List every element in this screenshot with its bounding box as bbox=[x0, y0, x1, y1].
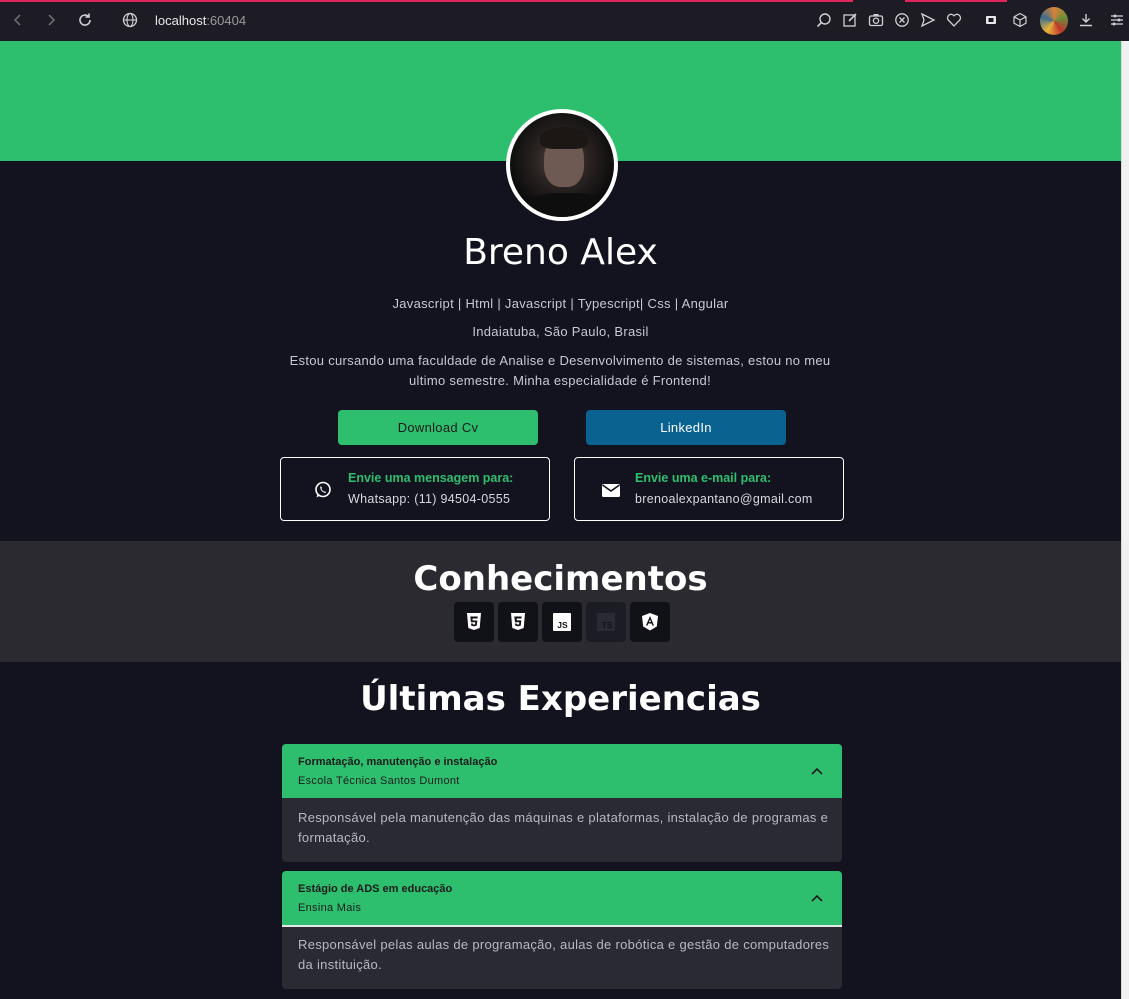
profile-name: Breno Alex bbox=[463, 232, 658, 273]
linkedin-button[interactable]: LinkedIn bbox=[586, 410, 786, 445]
chevron-up-icon[interactable] bbox=[810, 764, 824, 778]
page-content: Breno Alex Javascript | Html | Javascrip… bbox=[0, 41, 1129, 999]
experience-description: Responsável pelas aulas de programação, … bbox=[298, 937, 830, 972]
experience-description: Responsável pela manutenção das máquinas… bbox=[298, 810, 829, 845]
download-cv-button[interactable]: Download Cv bbox=[338, 410, 538, 445]
experience-place: Ensina Mais bbox=[298, 902, 362, 914]
whatsapp-contact-title: Envie uma mensagem para: bbox=[348, 471, 514, 485]
experience-panel[interactable]: Estágio de ADS em educação Ensina Mais R… bbox=[282, 871, 842, 989]
email-contact-title: Envie uma e-mail para: bbox=[635, 471, 772, 485]
close-circle-icon[interactable] bbox=[893, 11, 911, 29]
menu-icon[interactable] bbox=[1108, 11, 1126, 29]
svg-text:TS: TS bbox=[602, 620, 613, 630]
globe-icon bbox=[120, 10, 140, 30]
experience-panel-header[interactable]: Formatação, manutenção e instalação Esco… bbox=[282, 744, 842, 798]
profile-photo bbox=[506, 109, 618, 221]
forward-icon[interactable] bbox=[41, 10, 61, 30]
heart-icon[interactable] bbox=[945, 11, 963, 29]
javascript-icon: JS bbox=[542, 602, 582, 642]
back-icon[interactable] bbox=[8, 10, 28, 30]
loading-bar-segment bbox=[905, 0, 1007, 2]
address-bar[interactable]: localhost:60404 bbox=[155, 13, 246, 28]
html5-icon bbox=[454, 602, 494, 642]
experience-panel-header[interactable]: Estágio de ADS em educação Ensina Mais bbox=[282, 871, 842, 927]
cube-icon[interactable] bbox=[1011, 11, 1029, 29]
zoom-icon[interactable] bbox=[815, 11, 833, 29]
send-icon[interactable] bbox=[919, 11, 937, 29]
experiences-title: Últimas Experiencias bbox=[360, 679, 761, 719]
envelope-icon bbox=[601, 480, 621, 500]
download-icon[interactable] bbox=[1077, 11, 1095, 29]
css3-icon bbox=[498, 602, 538, 642]
page-scrollbar[interactable] bbox=[1121, 41, 1129, 999]
profile-location: Indaiatuba, São Paulo, Brasil bbox=[472, 324, 649, 339]
whatsapp-contact-card[interactable]: Envie uma mensagem para: Whatsapp: (11) … bbox=[280, 457, 550, 521]
whatsapp-icon bbox=[313, 480, 333, 500]
svg-text:JS: JS bbox=[557, 620, 568, 630]
profile-about: Estou cursando uma faculdade de Analise … bbox=[289, 353, 831, 388]
knowledge-title: Conhecimentos bbox=[413, 559, 708, 599]
experience-panel[interactable]: Formatação, manutenção e instalação Esco… bbox=[282, 744, 842, 862]
camera-icon[interactable] bbox=[867, 11, 885, 29]
angular-icon bbox=[630, 602, 670, 642]
email-contact-card[interactable]: Envie uma e-mail para: brenoalexpantano@… bbox=[574, 457, 844, 521]
experience-role: Estágio de ADS em educação bbox=[298, 883, 453, 895]
profile-skills: Javascript | Html | Javascript | Typescr… bbox=[392, 296, 729, 311]
edit-icon[interactable] bbox=[841, 11, 859, 29]
url-port: :60404 bbox=[206, 13, 247, 28]
experience-role: Formatação, manutenção e instalação bbox=[298, 756, 498, 768]
reload-icon[interactable] bbox=[75, 10, 95, 30]
typescript-icon: TS bbox=[586, 602, 626, 642]
extension-icon[interactable] bbox=[982, 11, 1000, 29]
chevron-up-icon[interactable] bbox=[810, 891, 824, 905]
email-contact-value: brenoalexpantano@gmail.com bbox=[635, 492, 813, 506]
browser-toolbar: localhost:60404 bbox=[0, 0, 1129, 41]
whatsapp-contact-value: Whatsapp: (11) 94504-0555 bbox=[348, 492, 511, 506]
loading-bar bbox=[0, 0, 853, 2]
url-host: localhost bbox=[155, 13, 207, 28]
experience-place: Escola Técnica Santos Dumont bbox=[298, 775, 460, 787]
profile-avatar[interactable] bbox=[1040, 7, 1068, 35]
